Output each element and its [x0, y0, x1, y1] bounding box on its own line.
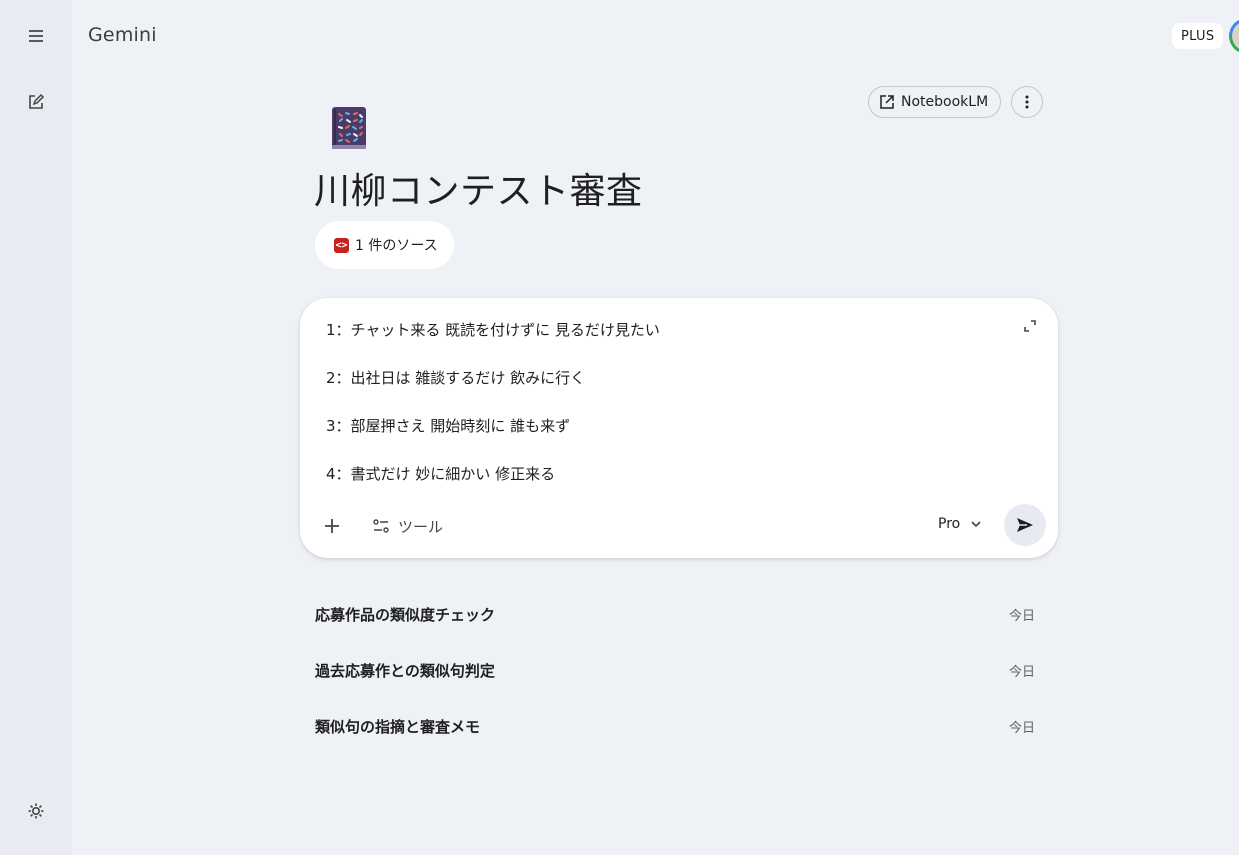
tools-icon [373, 519, 389, 533]
prompt-line: 3：部屋押さえ 開始時刻に 誰も来ず [326, 417, 571, 435]
edit-icon [29, 93, 45, 109]
send-button[interactable] [1004, 504, 1046, 546]
chat-time: 今日 [1008, 664, 1035, 680]
chevron-down-icon [971, 521, 981, 528]
chat-title: 類似句の指摘と審査メモ [315, 717, 481, 736]
gear-icon [28, 803, 44, 819]
plan-badge: PLUS [1172, 23, 1224, 49]
notebook-icon [332, 107, 366, 149]
tools-button[interactable]: ツール [362, 510, 453, 542]
chat-list-item[interactable]: 類似句の指摘と審査メモ 今日 [315, 698, 1035, 754]
chat-time: 今日 [1008, 608, 1035, 624]
app-title[interactable]: Gemini [88, 24, 157, 46]
gem-title: 川柳コンテスト審査 [314, 171, 643, 212]
more-options-button[interactable] [1011, 86, 1043, 118]
expand-icon [1024, 320, 1036, 332]
chat-title: 過去応募作との類似句判定 [315, 661, 495, 680]
notebooklm-label: NotebookLM [901, 94, 989, 110]
open-external-icon [880, 95, 894, 109]
more-vert-icon [1025, 95, 1029, 109]
model-label: Pro [938, 516, 961, 532]
chat-list-item[interactable]: 過去応募作との類似句判定 今日 [315, 642, 1035, 698]
expand-input-button[interactable] [1018, 314, 1042, 338]
plus-icon [325, 519, 339, 533]
tools-label: ツール [398, 517, 444, 536]
sources-chip[interactable]: <> 1 件のソース [315, 221, 454, 269]
prompt-line: 1：チャット来る 既読を付けずに 見るだけ見たい [326, 321, 660, 339]
sources-chip-label: 1 件のソース [355, 238, 438, 254]
prompt-line: 2：出社日は 雑談するだけ 飲みに行く [326, 369, 586, 387]
model-selector[interactable]: Pro [928, 508, 992, 540]
prompt-input[interactable]: 1：チャット来る 既読を付けずに 見るだけ見たい 2：出社日は 雑談するだけ 飲… [326, 318, 1006, 510]
recent-chats-list: 応募作品の類似度チェック 今日 過去応募作との類似句判定 今日 類似句の指摘と審… [315, 586, 1035, 754]
prompt-line: 4：書式だけ 妙に細かい 修正来る [326, 465, 556, 483]
chat-title: 応募作品の類似度チェック [315, 605, 496, 624]
send-icon [1017, 518, 1033, 532]
prompt-input-card[interactable]: 1：チャット来る 既読を付けずに 見るだけ見たい 2：出社日は 雑談するだけ 飲… [300, 298, 1058, 558]
chat-time: 今日 [1008, 720, 1035, 736]
new-chat-button[interactable] [16, 82, 56, 122]
settings-button[interactable] [16, 791, 56, 831]
notebooklm-button[interactable]: NotebookLM [868, 86, 1002, 118]
menu-icon [29, 30, 43, 42]
menu-button[interactable] [16, 16, 56, 56]
chat-list-item[interactable]: 応募作品の類似度チェック 今日 [315, 586, 1035, 642]
side-rail [0, 0, 72, 855]
add-attachment-button[interactable] [316, 510, 348, 542]
avatar[interactable] [1229, 18, 1239, 54]
code-file-icon: <> [334, 237, 349, 253]
